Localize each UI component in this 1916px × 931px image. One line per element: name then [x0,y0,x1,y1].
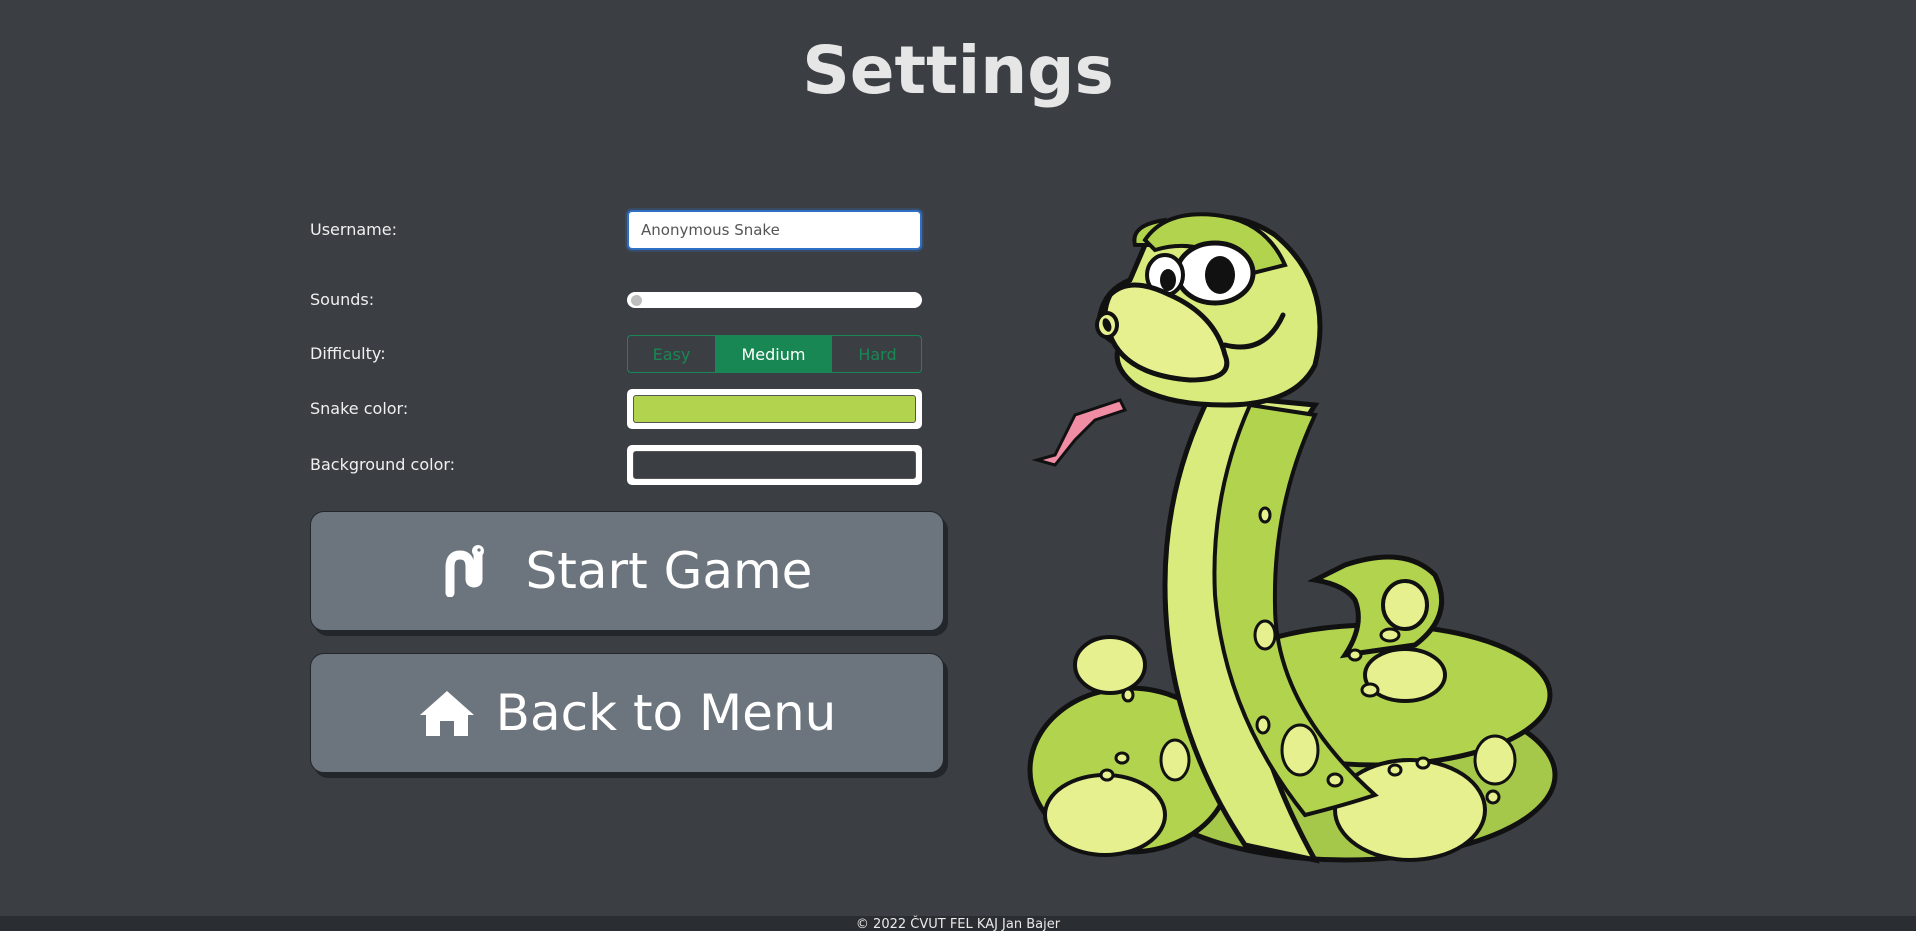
start-game-button[interactable]: Start Game [310,511,944,631]
difficulty-easy-button[interactable]: Easy [628,336,715,372]
background-color-swatch [633,451,916,479]
back-to-menu-button[interactable]: Back to Menu [310,653,944,773]
difficulty-label: Difficulty: [310,344,386,363]
sounds-label: Sounds: [310,290,375,309]
username-label: Username: [310,220,397,239]
difficulty-selector: Easy Medium Hard [627,335,922,373]
snake-color-swatch [633,395,916,423]
sounds-slider-thumb[interactable] [631,295,642,306]
footer: © 2022 ČVUT FEL KAJ Jan Bajer [0,916,1916,931]
difficulty-hard-button[interactable]: Hard [832,336,921,372]
background-color-picker[interactable] [627,445,922,485]
snake-icon [442,545,490,597]
snake-color-picker[interactable] [627,389,922,429]
start-game-label: Start Game [525,542,813,600]
home-icon [418,689,476,737]
background-color-label: Background color: [310,455,456,474]
username-input[interactable] [627,210,922,250]
difficulty-medium-button[interactable]: Medium [715,336,832,372]
sounds-slider[interactable] [627,292,922,308]
page-title: Settings [802,32,1114,109]
back-to-menu-label: Back to Menu [495,684,837,742]
snake-color-label: Snake color: [310,399,409,418]
snake-illustration [1015,205,1575,865]
